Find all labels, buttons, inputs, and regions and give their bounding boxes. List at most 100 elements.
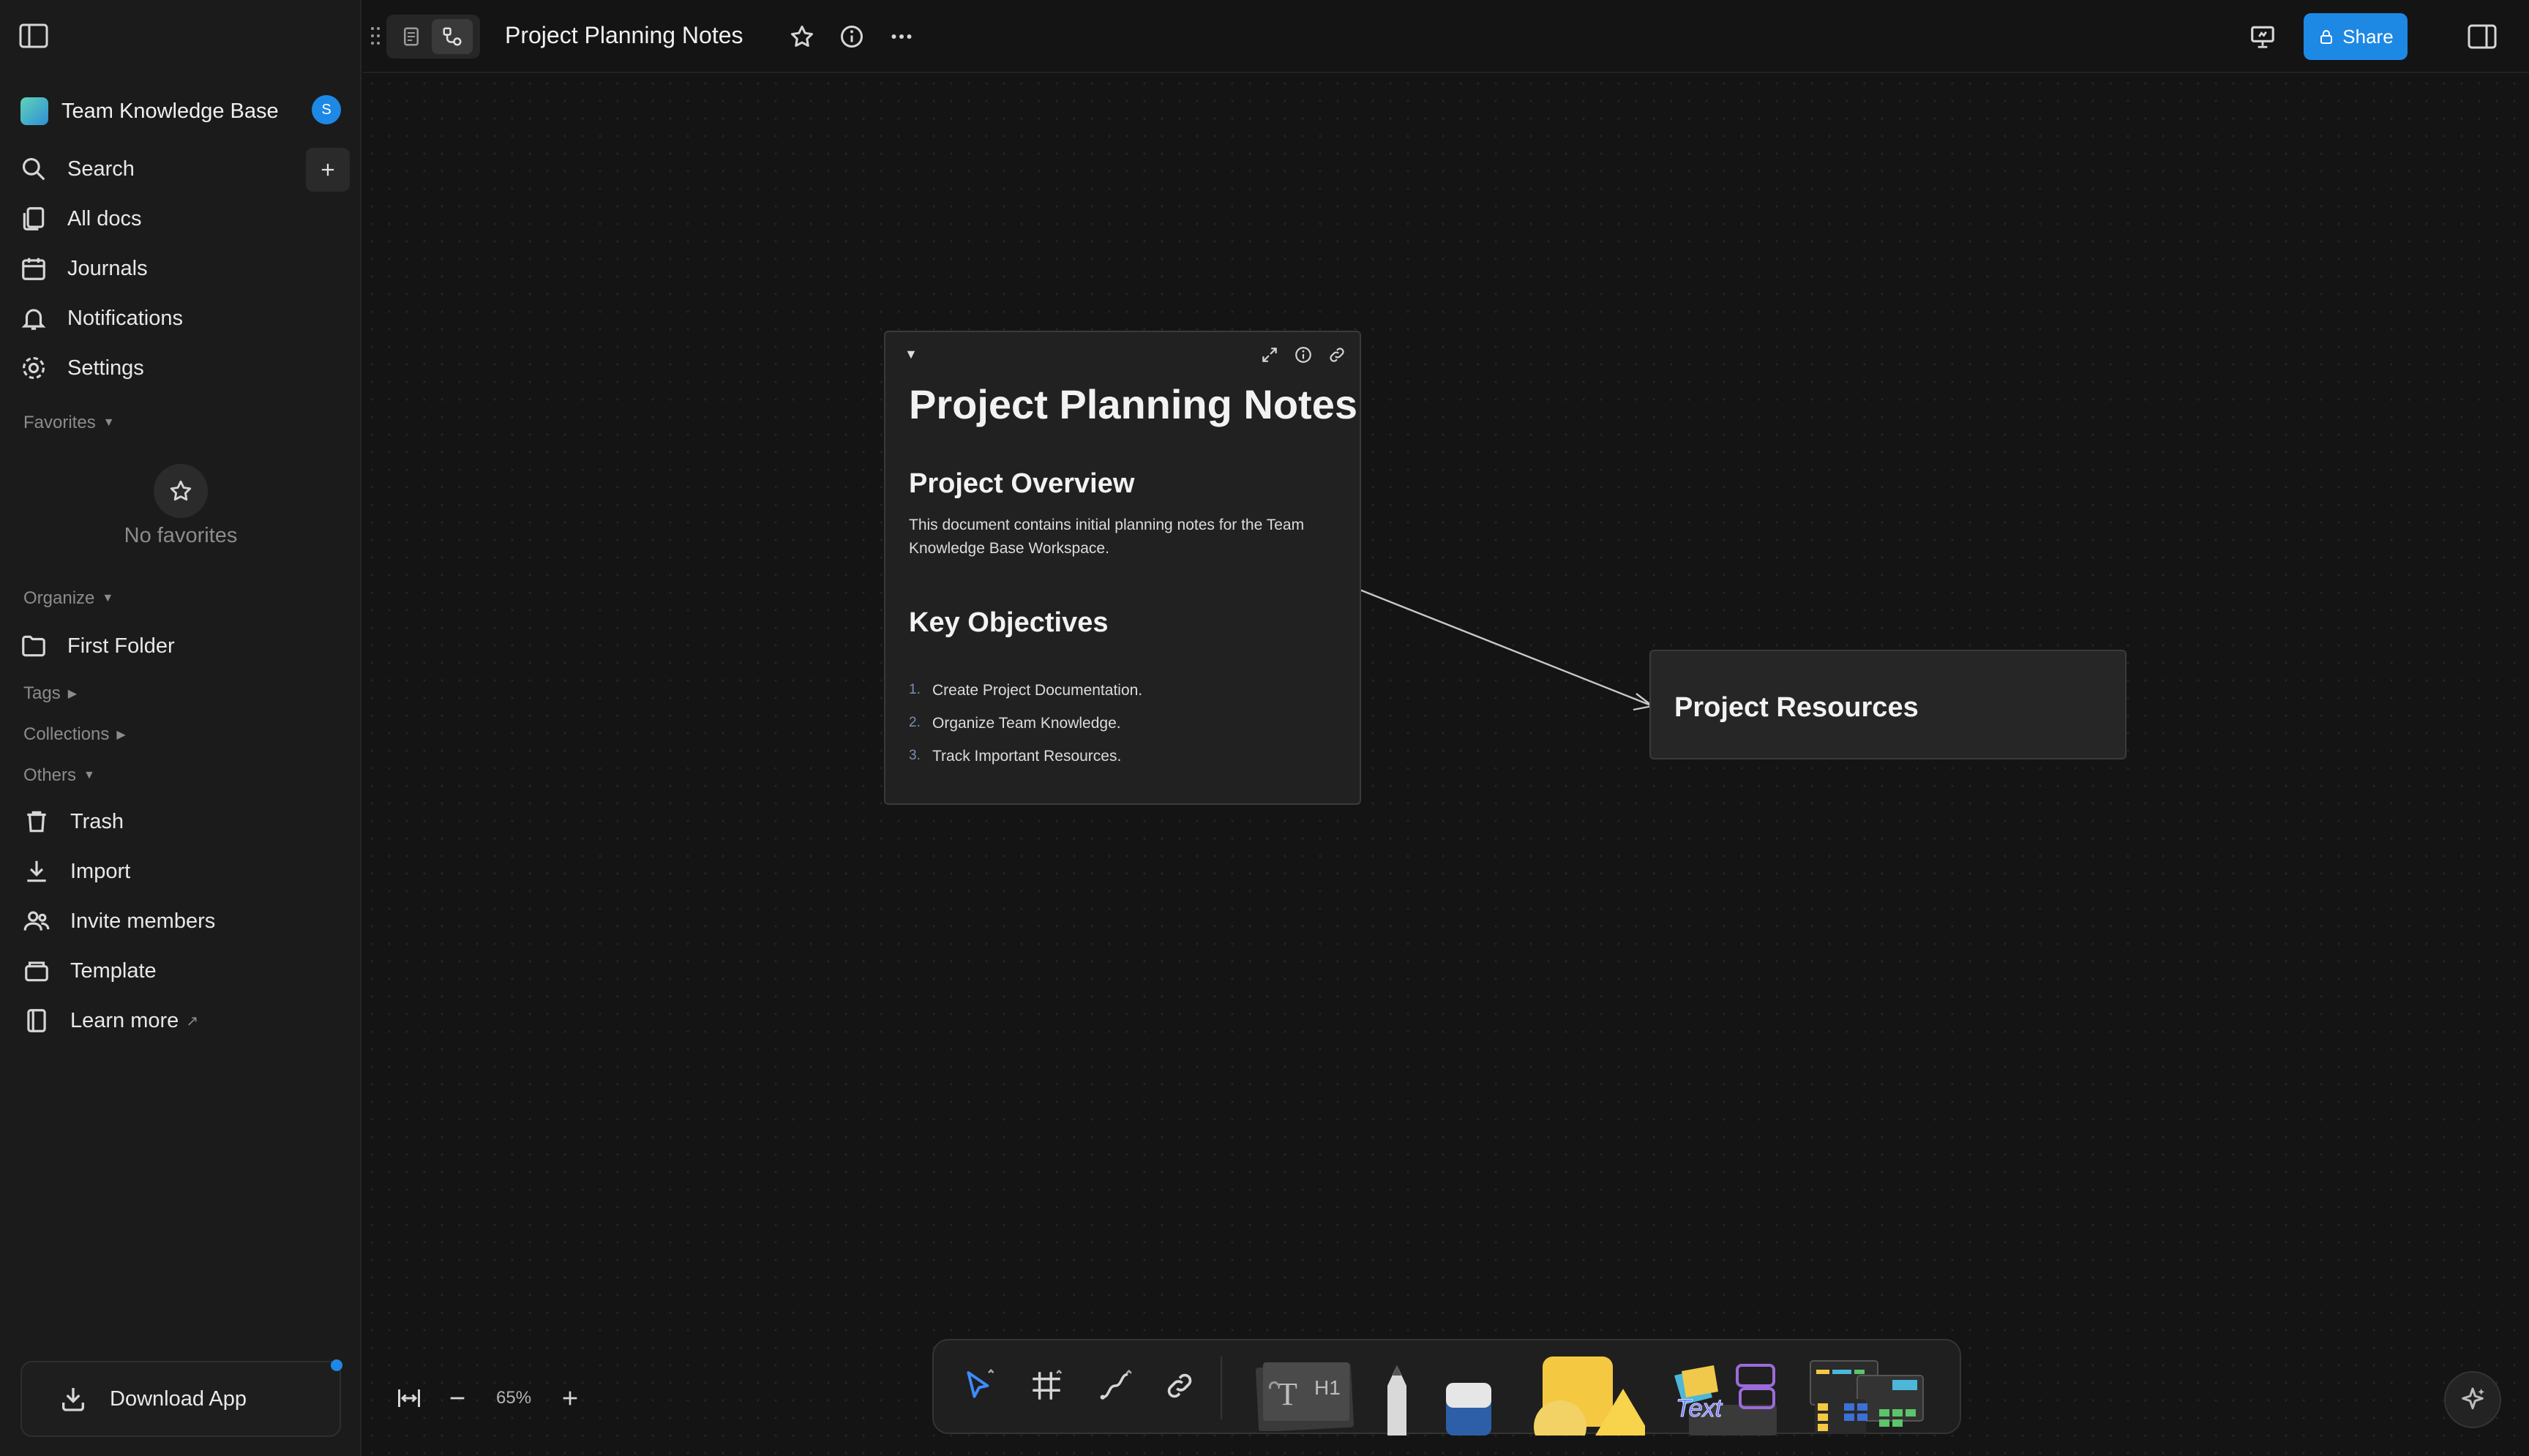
calendar-icon — [18, 252, 50, 285]
svg-text:H1: H1 — [1314, 1376, 1341, 1399]
overview-paragraph[interactable]: This document contains initial planning … — [909, 514, 1341, 560]
section-label: Collections — [23, 724, 110, 744]
info-icon[interactable] — [1291, 342, 1316, 367]
plus-icon — [321, 163, 334, 176]
section-label: Others — [23, 765, 77, 785]
sidebar-item-notifications[interactable]: Notifications — [18, 299, 183, 338]
toolbar-divider — [1221, 1356, 1222, 1419]
list-item[interactable]: 3. Track Important Resources. — [909, 748, 1142, 781]
zoom-out-button[interactable] — [439, 1380, 476, 1416]
list-item[interactable]: 2. Organize Team Knowledge. — [909, 715, 1142, 748]
edgeless-icon — [443, 27, 462, 46]
notification-dot — [331, 1359, 342, 1371]
sidebar-item-settings[interactable]: Settings — [18, 348, 144, 388]
sidebar-item-journals[interactable]: Journals — [18, 249, 148, 288]
ai-sparkle-button[interactable] — [2444, 1371, 2501, 1428]
zoom-level[interactable]: 65% — [496, 1388, 531, 1408]
import-icon — [20, 855, 53, 888]
shape-tool-icon[interactable] — [1528, 1354, 1645, 1436]
resource-card-title[interactable]: Project Resources — [1674, 692, 1919, 724]
page-title[interactable]: Project Planning Notes — [505, 22, 743, 49]
caret-right-icon: ▶ — [116, 729, 126, 741]
lock-icon — [2320, 30, 2333, 44]
link-icon[interactable] — [1325, 342, 1349, 367]
sidebar-item-trash[interactable]: Trash — [20, 802, 124, 841]
list-item-text: Create Project Documentation. — [932, 682, 1143, 699]
bell-icon — [18, 302, 50, 334]
edgeless-mode-button[interactable] — [432, 19, 473, 54]
workspace-name: Team Knowledge Base — [61, 99, 279, 123]
gear-icon — [18, 352, 50, 384]
share-label: Share — [2342, 25, 2394, 48]
expand-icon[interactable] — [1257, 342, 1282, 367]
members-icon — [20, 905, 53, 937]
drag-handle-icon[interactable] — [370, 25, 381, 47]
caret-down-icon: ▼ — [102, 416, 115, 429]
page-mode-button[interactable] — [391, 19, 432, 54]
note-title[interactable]: Project Planning Notes — [909, 380, 1357, 428]
sidebar-item-label: All docs — [67, 206, 142, 230]
no-favorites-text: No favorites — [124, 524, 238, 547]
sidebar-item-template[interactable]: Template — [20, 951, 157, 991]
sparkle-icon — [2462, 1387, 2484, 1410]
edgeless-canvas[interactable] — [363, 75, 2529, 1456]
workspace-logo — [20, 97, 48, 125]
edgeless-toolbar: T H1 Text — [932, 1339, 1961, 1436]
caret-right-icon: ▶ — [67, 688, 78, 700]
sidebar-item-search[interactable]: Search — [18, 149, 135, 189]
avatar[interactable]: S — [312, 95, 341, 124]
note-card-project-resources[interactable]: Project Resources — [1649, 650, 2127, 759]
workspace-switcher[interactable]: Team Knowledge Base — [20, 94, 279, 129]
heading-key-objectives[interactable]: Key Objectives — [909, 607, 1108, 639]
list-number: 2. — [909, 715, 921, 730]
zoom-in-button[interactable] — [552, 1380, 588, 1416]
collapse-caret-icon[interactable]: ▼ — [904, 347, 918, 362]
toggle-right-panel-icon[interactable] — [2466, 20, 2498, 53]
note-card-project-planning[interactable]: ▼ Project Planning Notes Project Overvie… — [884, 331, 1361, 805]
presentation-icon[interactable] — [2247, 20, 2279, 53]
docs-icon — [18, 203, 50, 235]
sidebar-item-first-folder[interactable]: First Folder — [18, 626, 175, 666]
section-favorites[interactable]: Favorites ▼ — [23, 413, 115, 433]
select-tool-icon[interactable] — [956, 1362, 1003, 1409]
section-organize[interactable]: Organize ▼ — [23, 588, 113, 609]
section-collections[interactable]: Collections ▶ — [23, 724, 126, 745]
heading-project-overview[interactable]: Project Overview — [909, 468, 1134, 500]
download-app-button[interactable]: Download App — [20, 1361, 341, 1437]
caret-down-icon: ▼ — [83, 769, 95, 781]
sidebar-item-all-docs[interactable]: All docs — [18, 199, 142, 239]
sidebar-item-invite-members[interactable]: Invite members — [20, 901, 215, 941]
svg-text:T: T — [1278, 1376, 1297, 1412]
eraser-tool-icon[interactable] — [1439, 1354, 1497, 1436]
connector-tool-icon[interactable] — [1092, 1362, 1139, 1409]
sidebar-item-label: Invite members — [70, 909, 216, 933]
template-tool-icon[interactable] — [1806, 1358, 1930, 1436]
link-tool-icon[interactable] — [1156, 1362, 1203, 1409]
info-icon[interactable] — [836, 20, 868, 53]
new-doc-button[interactable] — [306, 148, 350, 192]
share-button[interactable]: Share — [2304, 13, 2408, 60]
download-icon — [62, 1388, 84, 1411]
sticker-tool-icon[interactable]: Text — [1667, 1354, 1784, 1436]
note-tool-icon[interactable]: T H1 — [1250, 1351, 1360, 1431]
sidebar-item-learn-more[interactable]: Learn more ↗ — [20, 1001, 198, 1040]
pen-tool-icon[interactable] — [1371, 1351, 1423, 1436]
sidebar-item-label: Trash — [70, 809, 124, 833]
sidebar-item-label: First Folder — [67, 634, 175, 658]
list-item[interactable]: 1. Create Project Documentation. — [909, 682, 1142, 715]
section-tags[interactable]: Tags ▶ — [23, 683, 77, 704]
sidebar-item-import[interactable]: Import — [20, 852, 130, 891]
fit-to-screen-icon[interactable] — [391, 1380, 427, 1416]
list-number: 3. — [909, 748, 921, 763]
sidebar-item-label: Search — [67, 157, 135, 181]
external-link-icon: ↗ — [186, 1013, 199, 1029]
favorite-star-icon[interactable] — [786, 20, 818, 53]
sidebar-item-label: Import — [70, 859, 131, 883]
frame-tool-icon[interactable] — [1023, 1362, 1070, 1409]
folder-icon — [18, 630, 50, 662]
toggle-sidebar-icon[interactable] — [19, 23, 48, 48]
sidebar-item-label: Template — [70, 958, 157, 983]
section-others[interactable]: Others ▼ — [23, 765, 95, 786]
more-options-icon[interactable] — [885, 20, 918, 53]
list-number: 1. — [909, 682, 921, 697]
